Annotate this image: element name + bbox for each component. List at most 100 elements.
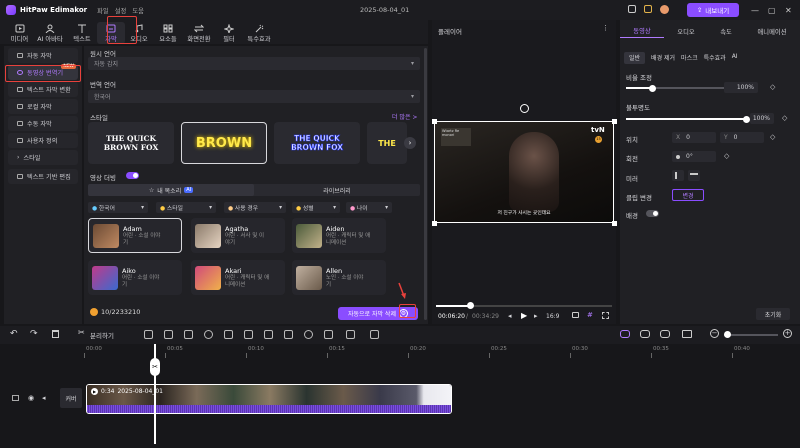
tab-speed[interactable]: 속도 — [708, 24, 744, 38]
tab-animation[interactable]: 애니메이션 — [744, 24, 800, 38]
resize-handle[interactable] — [432, 221, 437, 226]
menu-settings[interactable]: 설정 — [115, 6, 127, 15]
mute-icon[interactable]: ◂ — [42, 394, 46, 402]
tab-my-voice[interactable]: ☆ 내 목소리 AI — [88, 184, 254, 196]
resize-handle[interactable] — [612, 119, 617, 124]
eye-icon[interactable]: ◉ — [28, 394, 34, 402]
tts-icon[interactable] — [284, 330, 293, 339]
voice-card-akari[interactable]: Akari 어린 · 캐릭터 및 애니메이션 — [191, 260, 285, 295]
user-avatar-icon[interactable] — [660, 5, 669, 14]
bg-remove-icon[interactable] — [346, 330, 355, 339]
rotate-handle[interactable] — [520, 104, 529, 113]
position-y-input[interactable]: Y0 — [720, 132, 764, 143]
sidebar-item-text-to-subtitle[interactable]: 텍스트 자막 변환 — [8, 82, 78, 97]
styles-next-button[interactable]: › — [404, 137, 416, 149]
cover-button[interactable]: 커버 — [60, 388, 82, 408]
opacity-value-input[interactable]: 100% — [750, 113, 774, 124]
more-icon[interactable]: ⋮ — [602, 24, 609, 32]
opacity-slider-knob[interactable] — [743, 115, 750, 123]
voice-card-allen[interactable]: Allen 노인 · 소설 이야기 — [292, 260, 386, 295]
source-language-select[interactable]: 자동 감지 ▾ — [88, 57, 420, 70]
crop-icon[interactable] — [164, 330, 173, 339]
timeline-ruler[interactable]: 00:00 00:05 00:10 00:15 00:20 00:25 00:30 00:35… — [84, 344, 800, 358]
sidebar-item-style[interactable]: › 스타일 — [8, 150, 78, 165]
style-card-2[interactable]: BROWN — [181, 122, 267, 164]
subtab-general[interactable]: 일반 — [624, 52, 646, 64]
keyframe-icon[interactable]: ◇ — [782, 114, 787, 122]
style-card-4[interactable]: THE — [367, 122, 407, 164]
transform-icon[interactable] — [324, 330, 333, 339]
keyframe-icon[interactable]: ◇ — [770, 133, 775, 141]
zoom-slider-knob[interactable] — [724, 331, 731, 338]
mask-icon[interactable] — [304, 330, 313, 339]
dub-toggle[interactable] — [126, 172, 139, 179]
subtab-ai[interactable]: AI — [732, 52, 738, 64]
blend-change-button[interactable]: 변경 — [672, 189, 704, 201]
tool-transition[interactable]: 화면전환 — [183, 22, 215, 44]
video-preview[interactable]: Wtartz Re monori tvN 15 저 진구가 사시는 곳인데요 — [434, 121, 614, 223]
tab-audio[interactable]: 오디오 — [664, 24, 708, 38]
tool-effects[interactable]: 특수효과 — [243, 22, 275, 44]
tool-filter[interactable]: 필터 — [215, 22, 243, 44]
color-icon[interactable] — [224, 330, 233, 339]
player-progress-knob[interactable] — [467, 302, 474, 309]
sidebar-item-text-based-edit[interactable]: 텍스트 기반 편집 — [8, 169, 78, 184]
background-toggle[interactable] — [646, 210, 659, 217]
subtab-effects[interactable]: 특수효과 — [704, 52, 726, 64]
voice-card-agatha[interactable]: Agatha 어린 · 서사 및 이야기 — [191, 218, 285, 253]
tab-video[interactable]: 동영상 — [620, 24, 664, 38]
sidebar-item-auto-subtitle[interactable]: 자동 자막 — [8, 48, 78, 63]
voice-card-adam[interactable]: Adam 어린 · 소설 이야기 — [88, 218, 182, 253]
voice-card-aiko[interactable]: Aiko 어린 · 소설 이야기 — [88, 260, 182, 295]
scale-slider-knob[interactable] — [648, 84, 656, 92]
filter-gender[interactable]: ● 성별 ▾ — [292, 202, 340, 213]
zoom-in-icon[interactable]: + — [783, 329, 792, 338]
flip-vertical-button[interactable] — [688, 170, 700, 181]
sidebar-item-manual-subtitle[interactable]: 수동 자막 — [8, 116, 78, 131]
freeze-icon[interactable] — [184, 330, 193, 339]
record-icon[interactable] — [370, 330, 379, 339]
subtab-bg-remove[interactable]: 배경 제거 — [651, 52, 675, 64]
scrollbar[interactable] — [424, 48, 427, 320]
scale-value-input[interactable]: 100% — [724, 82, 758, 93]
audio-detach-icon[interactable] — [244, 330, 253, 339]
tab-library[interactable]: 라이브러리 — [254, 184, 420, 196]
fullscreen-icon[interactable] — [602, 312, 609, 319]
prev-frame-icon[interactable]: ◂ — [508, 312, 512, 320]
link-icon[interactable] — [620, 330, 630, 338]
grid-icon[interactable]: # — [587, 311, 593, 319]
cart-icon[interactable] — [628, 5, 636, 13]
target-language-select[interactable]: 한국어 ▾ — [88, 90, 420, 103]
filter-age[interactable]: ● 나이 ▾ — [346, 202, 392, 213]
playhead-handle[interactable]: ✂ — [150, 358, 160, 376]
snap-icon[interactable] — [640, 330, 650, 338]
tool-ai-avatar[interactable]: AI 아바타 — [33, 22, 67, 44]
zoom-slider[interactable] — [724, 334, 778, 336]
speed-icon[interactable] — [204, 330, 213, 339]
snapshot-icon[interactable] — [572, 312, 579, 318]
more-styles-link[interactable]: 더 많은 > — [392, 112, 417, 121]
ripple-icon[interactable] — [660, 330, 670, 338]
minimize-button[interactable]: — — [751, 6, 759, 15]
marker-icon[interactable] — [144, 330, 153, 339]
fit-icon[interactable] — [682, 330, 692, 338]
split-icon[interactable]: ✂ — [78, 328, 85, 337]
next-frame-icon[interactable]: ▸ — [534, 312, 538, 320]
maximize-button[interactable]: ▢ — [768, 6, 776, 15]
resize-handle[interactable] — [432, 119, 437, 124]
close-button[interactable]: ✕ — [785, 6, 792, 15]
play-icon[interactable]: ▶ — [521, 311, 527, 320]
lock-icon[interactable] — [12, 395, 19, 401]
delete-icon[interactable] — [52, 330, 59, 338]
keyframe-icon[interactable]: ◇ — [724, 152, 729, 160]
filter-language[interactable]: ● 한국어 ▾ — [88, 202, 148, 213]
tool-text[interactable]: 텍스트 — [67, 22, 97, 44]
rotate-input[interactable]: 0° — [672, 151, 716, 162]
crown-icon[interactable] — [644, 5, 652, 13]
flip-horizontal-button[interactable] — [672, 170, 684, 181]
video-clip[interactable]: ▶ 0:34 2025-08-04_01 — [86, 384, 452, 414]
tool-elements[interactable]: 요소들 — [153, 22, 183, 44]
subtab-mask[interactable]: 마스크 — [681, 52, 698, 64]
voice-card-aiden[interactable]: Aiden 어린 · 캐릭터 및 애니메이션 — [292, 218, 386, 253]
export-button[interactable]: ⇪ 내보내기 — [687, 3, 739, 17]
